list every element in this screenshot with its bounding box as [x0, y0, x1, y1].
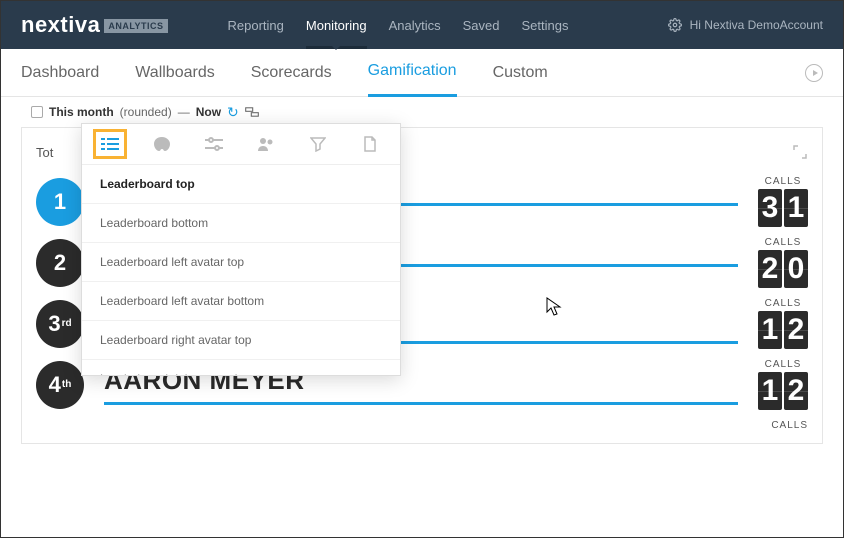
nav-monitoring[interactable]: Monitoring [306, 1, 367, 49]
digit: 1 [758, 372, 782, 410]
tab-dashboard[interactable]: Dashboard [21, 49, 99, 97]
document-icon[interactable] [360, 136, 380, 152]
calendar-icon[interactable] [31, 106, 43, 118]
brand-text: nextiva [21, 12, 100, 37]
users-icon[interactable] [256, 136, 276, 152]
layout-option[interactable]: Leaderboard right avatar bottom [82, 360, 400, 375]
app-header: nextiva ANALYTICS Reporting Monitoring An… [1, 1, 843, 49]
score-block: CALLS 20 [758, 237, 808, 288]
score-block: CALLS [771, 420, 808, 433]
digit: 2 [784, 372, 808, 410]
nav-saved[interactable]: Saved [463, 1, 500, 49]
digit: 3 [758, 189, 782, 227]
digit: 1 [784, 189, 808, 227]
score-block: CALLS 31 [758, 176, 808, 227]
layout-option[interactable]: Leaderboard bottom [82, 204, 400, 243]
compare-icon[interactable] [245, 107, 259, 117]
date-range-start[interactable]: This month [49, 105, 114, 119]
tab-gamification[interactable]: Gamification [368, 49, 457, 97]
layout-option[interactable]: Leaderboard right avatar top [82, 321, 400, 360]
leaderboard-row: CALLS [36, 420, 808, 433]
palette-icon[interactable] [152, 136, 172, 152]
layout-option[interactable]: Leaderboard top [82, 165, 400, 204]
nav-analytics[interactable]: Analytics [389, 1, 441, 49]
date-range-end[interactable]: Now [196, 105, 221, 119]
score-value: 20 [758, 250, 808, 288]
score-block: CALLS 12 [758, 298, 808, 349]
score-block: CALLS 12 [758, 359, 808, 410]
score-value: 12 [758, 372, 808, 410]
score-value: 12 [758, 311, 808, 349]
brand-badge: ANALYTICS [104, 19, 167, 33]
refresh-icon[interactable]: ↻ [227, 104, 239, 121]
gear-icon [668, 18, 682, 32]
panel-title: Tot [36, 145, 53, 160]
score-label: CALLS [771, 420, 808, 431]
rank-badge: 1 [36, 178, 84, 226]
date-sep: — [178, 105, 190, 119]
rank-badge: 3rd [36, 300, 84, 348]
play-icon[interactable] [805, 64, 823, 82]
score-label: CALLS [758, 237, 808, 248]
user-greeting-text: Hi Nextiva DemoAccount [690, 18, 823, 32]
digit: 2 [784, 311, 808, 349]
score-label: CALLS [758, 359, 808, 370]
tab-scorecards[interactable]: Scorecards [251, 49, 332, 97]
digit: 2 [758, 250, 782, 288]
date-range-suffix: (rounded) [120, 105, 172, 119]
expand-icon[interactable] [792, 144, 808, 160]
top-nav: Reporting Monitoring Analytics Saved Set… [228, 1, 569, 49]
score-label: CALLS [758, 298, 808, 309]
tab-wallboards[interactable]: Wallboards [135, 49, 214, 97]
layout-icon[interactable] [100, 136, 120, 152]
brand-logo: nextiva ANALYTICS [21, 12, 168, 38]
nav-reporting[interactable]: Reporting [228, 1, 284, 49]
row-underline [104, 402, 738, 405]
layout-options-list[interactable]: Leaderboard topLeaderboard bottomLeaderb… [82, 165, 400, 375]
sub-nav: Dashboard Wallboards Scorecards Gamifica… [1, 49, 843, 97]
popover-tabs [82, 124, 400, 165]
digit: 0 [784, 250, 808, 288]
tab-custom[interactable]: Custom [493, 49, 548, 97]
nav-settings[interactable]: Settings [522, 1, 569, 49]
sliders-icon[interactable] [204, 136, 224, 152]
score-value: 31 [758, 189, 808, 227]
layout-option[interactable]: Leaderboard left avatar bottom [82, 282, 400, 321]
filter-icon[interactable] [308, 136, 328, 152]
layout-option[interactable]: Leaderboard left avatar top [82, 243, 400, 282]
header-user[interactable]: Hi Nextiva DemoAccount [668, 18, 823, 32]
subnav-right [805, 64, 823, 82]
score-label: CALLS [758, 176, 808, 187]
digit: 1 [758, 311, 782, 349]
layout-selector-popover: Leaderboard topLeaderboard bottomLeaderb… [81, 123, 401, 376]
rank-badge: 2 [36, 239, 84, 287]
rank-badge: 4th [36, 361, 84, 409]
